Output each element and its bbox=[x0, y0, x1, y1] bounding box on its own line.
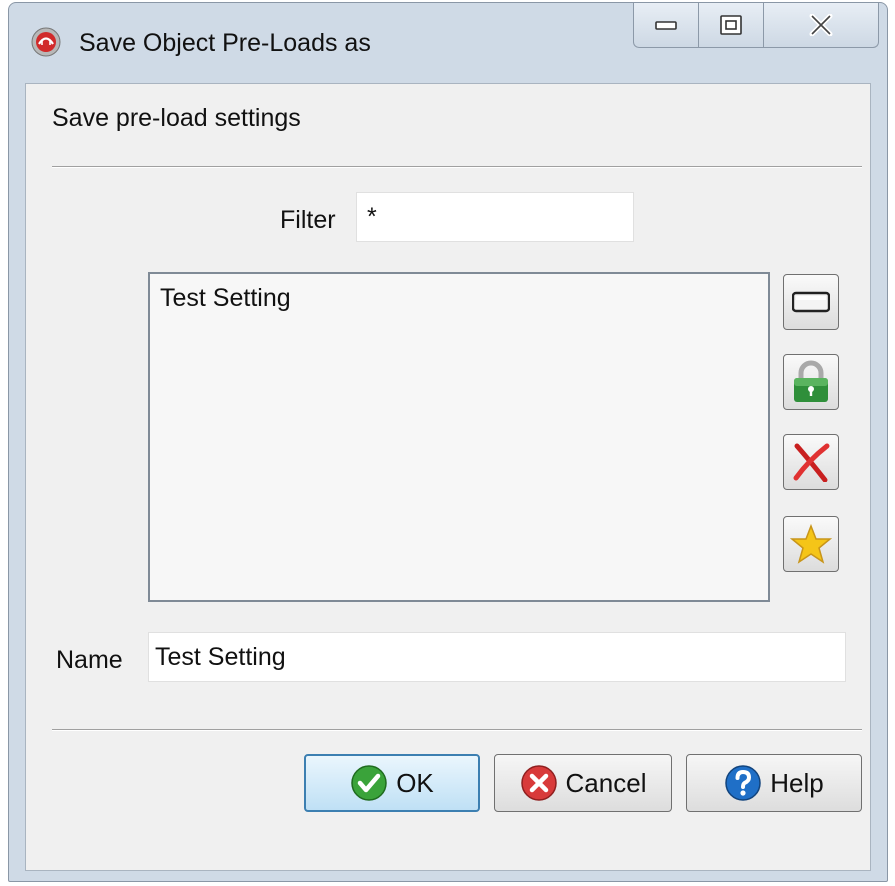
filter-label: Filter bbox=[280, 206, 336, 234]
delete-button[interactable] bbox=[783, 434, 839, 490]
rename-icon bbox=[792, 291, 830, 313]
window-controls bbox=[633, 3, 879, 48]
section-heading: Save pre-load settings bbox=[52, 104, 301, 132]
settings-list[interactable]: Test Setting bbox=[148, 272, 770, 602]
favorite-button[interactable] bbox=[783, 516, 839, 572]
window-title: Save Object Pre-Loads as bbox=[79, 29, 371, 57]
cancel-icon bbox=[520, 765, 557, 801]
help-icon bbox=[725, 765, 761, 801]
lock-icon bbox=[794, 360, 828, 402]
filter-input[interactable] bbox=[356, 192, 634, 242]
ok-label: OK bbox=[396, 767, 434, 798]
dialog-content: Save pre-load settings Filter Test Setti… bbox=[25, 83, 871, 871]
top-divider bbox=[52, 166, 862, 168]
cancel-button[interactable]: Cancel bbox=[494, 754, 672, 812]
bottom-divider bbox=[52, 729, 862, 731]
name-label: Name bbox=[56, 646, 123, 674]
maximize-button[interactable] bbox=[699, 3, 764, 47]
close-button[interactable] bbox=[764, 3, 878, 47]
list-item[interactable]: Test Setting bbox=[160, 284, 291, 313]
delete-icon bbox=[793, 443, 830, 482]
dialog-window: Save Object Pre-Loads as Save pre-load s… bbox=[8, 2, 888, 882]
name-input[interactable] bbox=[148, 632, 846, 682]
help-button[interactable]: Help bbox=[686, 754, 862, 812]
lock-button[interactable] bbox=[783, 354, 839, 410]
app-logo-icon bbox=[31, 27, 61, 57]
title-bar[interactable]: Save Object Pre-Loads as bbox=[9, 3, 887, 83]
minimize-icon bbox=[655, 21, 677, 30]
rename-button[interactable] bbox=[783, 274, 839, 330]
favorite-star-icon bbox=[790, 523, 832, 564]
maximize-icon bbox=[720, 15, 742, 35]
ok-button[interactable]: OK bbox=[304, 754, 480, 812]
close-icon bbox=[809, 14, 833, 36]
check-icon bbox=[351, 765, 387, 801]
minimize-button[interactable] bbox=[634, 3, 699, 47]
help-label: Help bbox=[770, 767, 824, 798]
cancel-label: Cancel bbox=[565, 767, 647, 798]
